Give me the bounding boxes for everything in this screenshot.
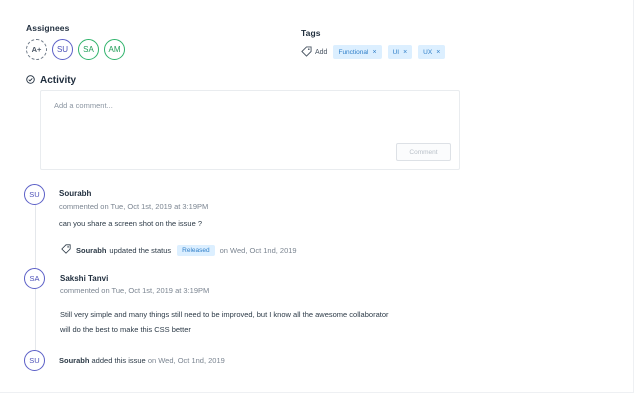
avatar[interactable]: SU bbox=[24, 184, 45, 205]
assignees-section: Assignees A+ SU SA AM bbox=[26, 23, 125, 60]
comment-text-line-1: Still very simple and many things still … bbox=[60, 310, 389, 319]
status-update-event: Sourabh updated the status Released on W… bbox=[61, 244, 297, 256]
event-author[interactable]: Sourabh bbox=[59, 356, 89, 365]
tag-chip-label: UX bbox=[423, 48, 433, 56]
tag-chip-label: Functional bbox=[338, 48, 369, 56]
event-action: updated the status bbox=[109, 245, 172, 255]
comment-author[interactable]: Sourabh bbox=[59, 189, 91, 198]
comment-text-line-2: will do the best to make this CSS better bbox=[60, 325, 191, 334]
avatar[interactable]: SA bbox=[24, 268, 45, 289]
add-assignee-button[interactable]: A+ bbox=[26, 39, 47, 60]
avatar[interactable]: SU bbox=[24, 350, 45, 371]
status-badge: Released bbox=[177, 244, 215, 256]
check-circle-icon bbox=[26, 71, 35, 89]
remove-tag-icon[interactable]: × bbox=[403, 49, 407, 56]
issue-detail-panel: Assignees A+ SU SA AM Tags Add Functiona… bbox=[0, 0, 634, 393]
comment-meta: commented on Tue, Oct 1st, 2019 at 3:19P… bbox=[59, 202, 209, 211]
avatar[interactable]: SA bbox=[78, 39, 99, 60]
tag-icon bbox=[61, 244, 76, 256]
activity-header: Activity bbox=[26, 71, 76, 89]
avatar[interactable]: AM bbox=[104, 39, 125, 60]
comment-box: Comment bbox=[40, 90, 460, 170]
comment-input[interactable] bbox=[41, 91, 459, 141]
assignees-label: Assignees bbox=[26, 23, 70, 33]
event-author[interactable]: Sourabh bbox=[76, 246, 106, 255]
event-date: on Wed, Oct 1nd, 2019 bbox=[147, 356, 225, 365]
comment-author[interactable]: Sakshi Tanvi bbox=[60, 274, 108, 283]
tag-icon bbox=[301, 45, 312, 59]
tag-list: Add Functional × UI × UX × bbox=[301, 45, 446, 59]
assignee-avatars: A+ SU SA AM bbox=[26, 39, 125, 60]
activity-title: Activity bbox=[40, 74, 77, 86]
add-tag-button[interactable]: Add bbox=[301, 45, 328, 59]
remove-tag-icon[interactable]: × bbox=[372, 49, 376, 56]
add-tag-label: Add bbox=[315, 48, 328, 56]
issue-added-event: Sourabh added this issue on Wed, Oct 1nd… bbox=[59, 356, 225, 365]
tag-chip-functional[interactable]: Functional × bbox=[333, 45, 382, 59]
tags-section: Tags Add Functional × UI × UX × bbox=[301, 28, 446, 59]
avatar[interactable]: SU bbox=[52, 39, 73, 60]
tags-label: Tags bbox=[301, 28, 321, 38]
tag-chip-label: UI bbox=[392, 48, 400, 56]
tag-chip-ux[interactable]: UX × bbox=[418, 45, 446, 59]
comment-button[interactable]: Comment bbox=[396, 143, 451, 161]
tag-chip-ui[interactable]: UI × bbox=[387, 45, 413, 59]
comment-text: can you share a screen shot on the issue… bbox=[59, 219, 203, 228]
comment-meta: commented on Tue, Oct 1st, 2019 at 3:19P… bbox=[60, 286, 210, 295]
event-date: on Wed, Oct 1nd, 2019 bbox=[219, 245, 297, 255]
event-action: added this issue bbox=[91, 356, 146, 365]
remove-tag-icon[interactable]: × bbox=[436, 49, 440, 56]
